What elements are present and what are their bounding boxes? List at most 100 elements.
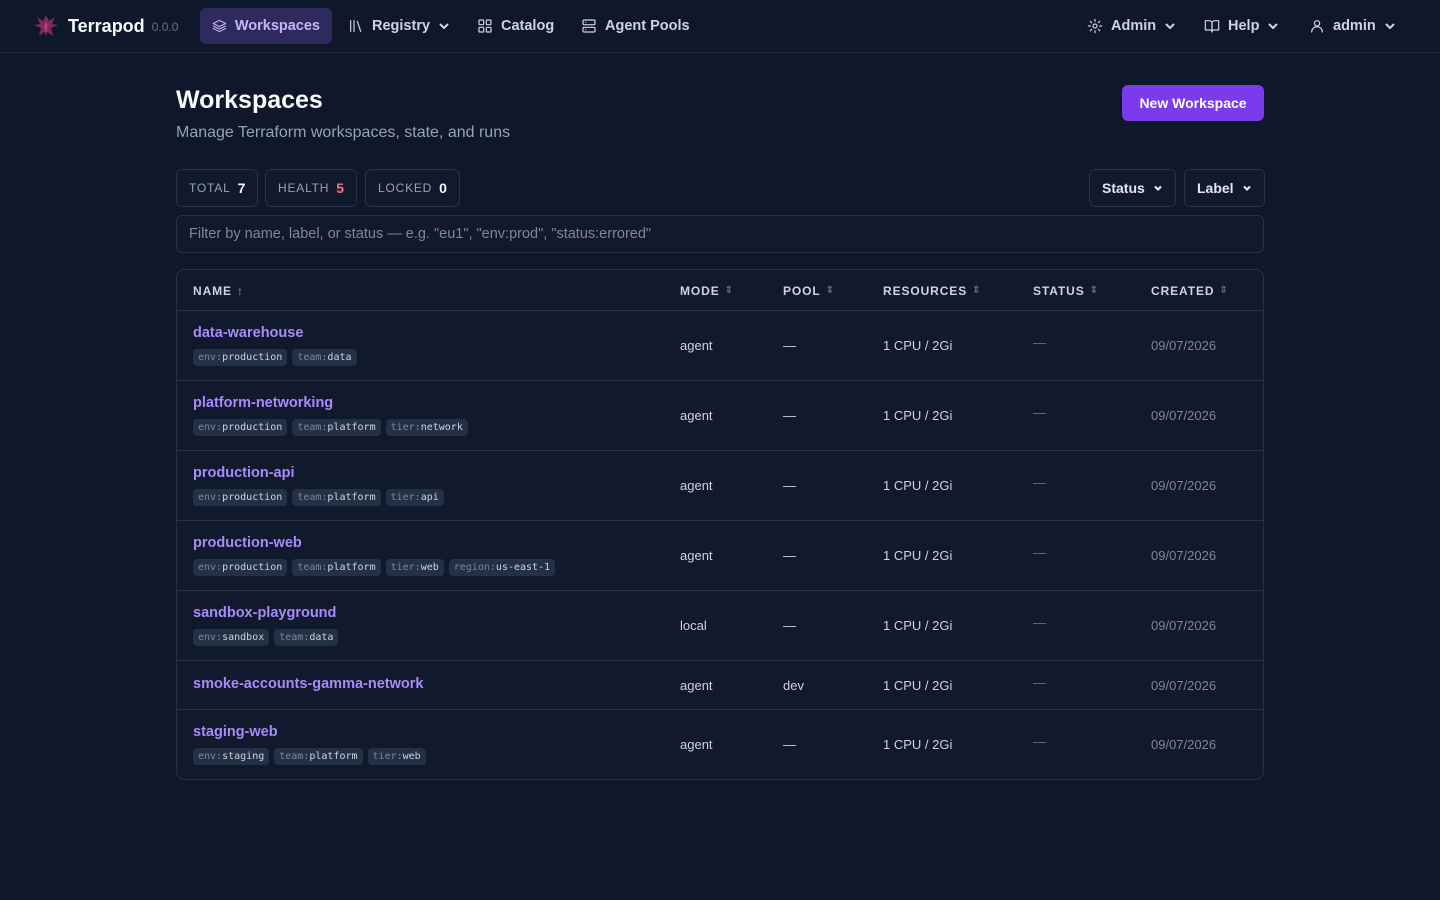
label-chip[interactable]: team: data	[274, 629, 339, 646]
workspace-name-link[interactable]: sandbox-playground	[193, 605, 336, 621]
label-chip[interactable]: env: production	[193, 489, 288, 506]
search-input[interactable]	[176, 215, 1264, 253]
nav-agent-pools[interactable]: Agent Pools	[569, 8, 702, 44]
table-row[interactable]: data-warehouse env: production team: data age…	[177, 311, 1263, 381]
label-chip[interactable]: team: platform	[292, 489, 381, 506]
workspace-labels: env: production team: data	[193, 349, 357, 366]
workspace-name-link[interactable]: staging-web	[193, 724, 278, 740]
new-workspace-button[interactable]: New Workspace	[1122, 85, 1264, 121]
status-cell: —	[1033, 615, 1046, 630]
label-chip[interactable]: tier: web	[385, 559, 444, 576]
chevron-down-icon	[1385, 23, 1395, 29]
created-cell: 09/07/2026	[1151, 737, 1217, 752]
table-row[interactable]: production-api env: production team: platfor…	[177, 451, 1263, 521]
col-status-label: STATUS	[1033, 283, 1085, 298]
created-cell: 09/07/2026	[1151, 408, 1217, 423]
col-header-mode[interactable]: MODE ⇕	[680, 270, 734, 311]
label-chip[interactable]: env: staging	[193, 748, 270, 765]
label-key: team:	[297, 492, 328, 503]
label-value: production	[222, 352, 283, 363]
label-chip[interactable]: env: sandbox	[193, 629, 270, 646]
label-key: team:	[279, 632, 310, 643]
table-row[interactable]: platform-networking env: production team: pl…	[177, 381, 1263, 451]
label-value: platform	[327, 422, 376, 433]
label-key: env:	[198, 562, 223, 573]
col-name-label: NAME	[193, 283, 232, 298]
nav-catalog[interactable]: Catalog	[465, 8, 566, 44]
col-header-name[interactable]: NAME ↑	[193, 270, 244, 311]
col-header-pool[interactable]: POOL ⇕	[783, 270, 835, 311]
brand-version: 0.0.0	[151, 20, 179, 34]
stat-health[interactable]: HEALTH 5	[265, 169, 358, 207]
nav-agent-pools-label: Agent Pools	[605, 18, 690, 34]
created-cell: 09/07/2026	[1151, 548, 1217, 563]
stat-health-label: HEALTH	[278, 181, 330, 195]
nav-workspaces-label: Workspaces	[234, 18, 320, 34]
label-chip[interactable]: env: production	[193, 419, 288, 436]
label-chip[interactable]: tier: network	[385, 419, 468, 436]
table-row[interactable]: staging-web env: staging team: platform tier:…	[177, 710, 1263, 779]
library-icon	[350, 20, 362, 32]
label-chip[interactable]: env: production	[193, 349, 288, 366]
nav-user-menu[interactable]: admin	[1297, 8, 1408, 44]
status-filter-dropdown[interactable]: Status	[1089, 169, 1176, 207]
sort-icon: ⇕	[724, 285, 734, 296]
resources-cell: 1 CPU / 2Gi	[883, 408, 953, 423]
nav-help[interactable]: Help	[1192, 8, 1291, 44]
label-chip[interactable]: tier: api	[385, 489, 444, 506]
nav-catalog-label: Catalog	[501, 18, 555, 34]
col-header-resources[interactable]: RESOURCES ⇕	[883, 270, 981, 311]
nav-registry[interactable]: Registry	[336, 8, 462, 44]
status-cell: —	[1033, 405, 1046, 420]
workspace-labels: env: sandbox team: data	[193, 629, 339, 646]
table-row[interactable]: smoke-accounts-gamma-network agent dev 1 CP…	[177, 661, 1263, 710]
label-chip[interactable]: tier: web	[367, 748, 426, 765]
mode-cell: agent	[680, 338, 713, 353]
chevron-down-icon	[439, 23, 449, 29]
label-chip[interactable]: region: us-east-1	[448, 559, 556, 576]
col-pool-label: POOL	[783, 283, 821, 298]
workspace-name-link[interactable]: platform-networking	[193, 395, 333, 411]
resources-cell: 1 CPU / 2Gi	[883, 678, 953, 693]
label-value: us-east-1	[495, 562, 551, 573]
pool-cell: —	[783, 737, 796, 752]
workspace-name-link[interactable]: smoke-accounts-gamma-network	[193, 676, 423, 692]
label-key: tier:	[372, 751, 403, 762]
table-row[interactable]: production-web env: production team: platfor…	[177, 521, 1263, 591]
label-key: env:	[198, 352, 223, 363]
workspace-labels: env: production team: platform tier: network	[193, 419, 468, 436]
brand[interactable]: Terrapod 0.0.0	[32, 12, 178, 40]
workspace-name-link[interactable]: production-api	[193, 465, 295, 481]
label-chip[interactable]: team: data	[292, 349, 357, 366]
label-chip[interactable]: team: platform	[292, 559, 381, 576]
workspace-name-link[interactable]: data-warehouse	[193, 325, 303, 341]
sort-icon: ⇕	[825, 285, 835, 296]
label-value: staging	[222, 751, 265, 762]
nav-workspaces[interactable]: Workspaces	[200, 8, 332, 44]
nav-admin[interactable]: Admin	[1075, 8, 1188, 44]
col-resources-label: RESOURCES	[883, 283, 968, 298]
label-key: env:	[198, 492, 223, 503]
label-chip[interactable]: team: platform	[274, 748, 363, 765]
nav-registry-label: Registry	[372, 18, 431, 34]
label-key: tier:	[390, 422, 421, 433]
col-header-created[interactable]: CREATED ⇕	[1151, 270, 1229, 311]
brand-name: Terrapod	[68, 15, 145, 36]
label-chip[interactable]: team: platform	[292, 419, 381, 436]
stat-locked[interactable]: LOCKED 0	[365, 169, 460, 207]
label-key: team:	[297, 352, 328, 363]
table-row[interactable]: sandbox-playground env: sandbox team: data lo…	[177, 591, 1263, 661]
page-title: Workspaces	[176, 86, 323, 114]
status-cell: —	[1033, 734, 1046, 749]
col-mode-label: MODE	[680, 283, 720, 298]
label-key: env:	[198, 422, 223, 433]
workspace-name-link[interactable]: production-web	[193, 535, 302, 551]
label-chip[interactable]: env: production	[193, 559, 288, 576]
status-cell: —	[1033, 675, 1046, 690]
label-filter-dropdown[interactable]: Label	[1184, 169, 1265, 207]
terrapod-logo-icon	[34, 15, 58, 37]
resources-cell: 1 CPU / 2Gi	[883, 478, 953, 493]
label-value: api	[420, 492, 439, 503]
col-header-status[interactable]: STATUS ⇕	[1033, 270, 1099, 311]
chevron-down-icon	[1268, 23, 1278, 29]
